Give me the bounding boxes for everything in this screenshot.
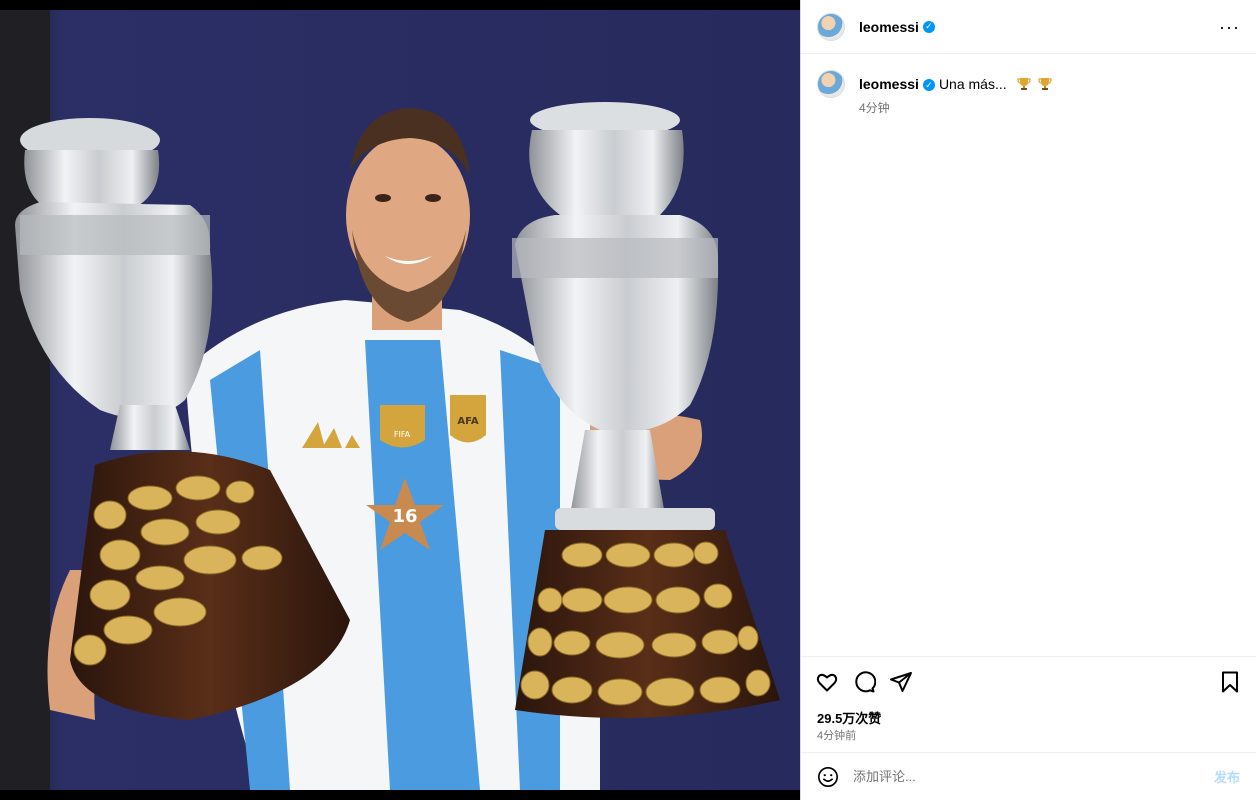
afa-crest-text: AFA xyxy=(457,416,478,427)
emoji-icon[interactable] xyxy=(817,766,839,788)
trophy-icon xyxy=(1016,78,1031,90)
heart-icon[interactable] xyxy=(815,670,839,694)
photo-illustration: 16 FIFA AFA xyxy=(0,10,800,790)
post-side-panel: leomessi ✓ ··· leomessi ✓ Una más... 4分钟… xyxy=(800,0,1256,800)
caption-username[interactable]: leomessi xyxy=(859,76,919,92)
caption-text: Una más... xyxy=(938,76,1007,92)
caption: leomessi ✓ Una más... 4分钟 xyxy=(801,54,1256,116)
verified-badge-icon: ✓ xyxy=(922,20,935,33)
caption-avatar[interactable] xyxy=(817,70,845,98)
comment-bar: 发布 xyxy=(801,752,1256,800)
caption-time: 4分钟 xyxy=(859,101,890,115)
post-timestamp[interactable]: 4分钟前 xyxy=(817,727,856,743)
jersey-number: 16 xyxy=(392,506,417,527)
likes-count[interactable]: 29.5万次赞 xyxy=(817,708,881,727)
send-icon[interactable] xyxy=(889,670,913,694)
caption-line: leomessi ✓ Una más... xyxy=(859,75,1053,93)
bookmark-icon[interactable] xyxy=(1218,670,1242,694)
comment-icon[interactable] xyxy=(852,670,876,694)
post-header: leomessi ✓ ··· xyxy=(801,0,1256,54)
avatar[interactable] xyxy=(817,12,845,41)
post-comment-button[interactable]: 发布 xyxy=(1214,767,1240,786)
header-username[interactable]: leomessi xyxy=(859,19,919,35)
trophy-icon xyxy=(1038,78,1053,90)
more-options-icon[interactable]: ··· xyxy=(1219,18,1240,36)
verified-badge-icon: ✓ xyxy=(922,79,935,92)
post-media[interactable]: 16 FIFA AFA xyxy=(0,0,800,800)
post-photo: 16 FIFA AFA xyxy=(0,10,800,790)
caption-body: leomessi ✓ Una más... 4分钟 xyxy=(859,70,1053,116)
fifa-badge-text: FIFA xyxy=(394,430,411,439)
comment-input[interactable] xyxy=(853,769,1214,784)
action-bar xyxy=(801,656,1256,706)
